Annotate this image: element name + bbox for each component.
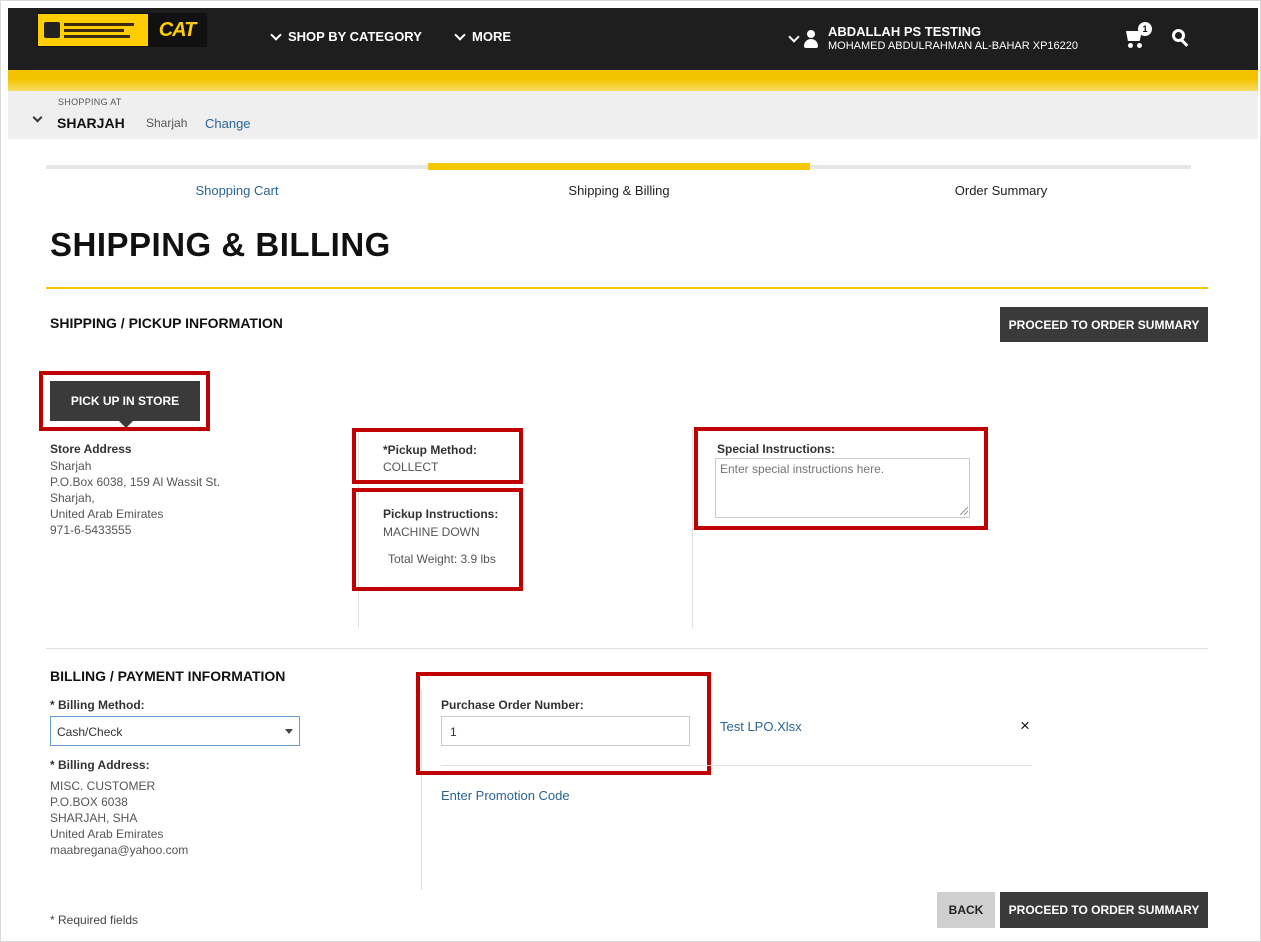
highlight-box [352, 428, 523, 484]
dropdown-arrow-icon [285, 729, 293, 734]
column-divider [692, 430, 693, 628]
page-frame [0, 0, 1261, 942]
cat-logo: CAT [148, 14, 206, 46]
page-title: SHIPPING & BILLING [50, 226, 391, 263]
step-shopping-cart[interactable]: Shopping Cart [46, 183, 428, 198]
cart-count-badge: 1 [1138, 22, 1152, 36]
highlight-box [416, 672, 711, 775]
nav-shop-by-category[interactable]: SHOP BY CATEGORY [270, 28, 422, 44]
step-shipping-billing: Shipping & Billing [568, 183, 670, 198]
billing-address-label: * Billing Address: [50, 758, 150, 772]
chevron-down-icon [454, 28, 466, 41]
shopping-at-bar [8, 91, 1258, 139]
store-address-line: United Arab Emirates [50, 507, 164, 521]
nav-more[interactable]: MORE [454, 28, 511, 44]
billing-address-line: United Arab Emirates [50, 827, 164, 841]
billing-method-label: * Billing Method: [50, 698, 145, 712]
shipping-section-heading: SHIPPING / PICKUP INFORMATION [50, 315, 283, 331]
billing-address-line: SHARJAH, SHA [50, 811, 138, 825]
back-button[interactable]: BACK [937, 892, 995, 928]
proceed-to-order-summary-button[interactable]: PROCEED TO ORDER SUMMARY [1000, 307, 1208, 342]
nav-more-label: MORE [472, 29, 511, 44]
required-fields-note: * Required fields [50, 913, 139, 927]
highlight-box [352, 488, 523, 591]
store-address-line: Sharjah [50, 459, 92, 473]
dealer-logo[interactable]: CAT [37, 13, 207, 47]
store-address-line: 971-6-5433555 [50, 523, 132, 537]
al-bahar-logo-icon [38, 14, 148, 46]
remove-attachment-icon[interactable]: × [1020, 716, 1030, 736]
billing-section-heading: BILLING / PAYMENT INFORMATION [50, 668, 286, 684]
promotion-code-link[interactable]: Enter Promotion Code [441, 788, 570, 803]
store-address-line: P.O.Box 6038, 159 Al Wassit St. [50, 475, 221, 489]
shopping-at-store: Sharjah [146, 116, 188, 130]
section-divider [46, 648, 1208, 649]
change-store-link[interactable]: Change [205, 116, 251, 131]
brand-band [8, 70, 1258, 91]
shopping-at-city: SHARJAH [57, 115, 125, 131]
nav-shop-by-category-label: SHOP BY CATEGORY [288, 29, 422, 44]
checkout-progress-active [428, 163, 810, 170]
billing-address-line: MISC. CUSTOMER [50, 779, 156, 793]
store-address-line: Sharjah, [50, 491, 95, 505]
user-name: ABDALLAH PS TESTING [828, 24, 982, 39]
shopping-at-label: SHOPPING AT [58, 97, 122, 107]
user-icon [804, 29, 818, 48]
chevron-down-icon [788, 30, 800, 43]
user-organization: MOHAMED ABDULRAHMAN AL-BAHAR XP16220 [828, 40, 1079, 52]
cart-button[interactable]: 1 [1124, 22, 1152, 48]
billing-method-select[interactable]: Cash/Check [50, 716, 300, 746]
chevron-down-icon [270, 28, 282, 41]
proceed-to-order-summary-button[interactable]: PROCEED TO ORDER SUMMARY [1000, 892, 1208, 928]
search-icon[interactable] [1172, 29, 1190, 47]
highlight-box [694, 427, 988, 530]
highlight-box [39, 371, 210, 431]
attachment-link[interactable]: Test LPO.Xlsx [720, 719, 802, 734]
store-address-label: Store Address [50, 442, 132, 456]
user-account-menu[interactable]: ABDALLAH PS TESTING MOHAMED ABDULRAHMAN … [788, 24, 1079, 53]
billing-address-line: maabregana@yahoo.com [50, 843, 189, 857]
title-divider [46, 287, 1208, 289]
step-order-summary: Order Summary [954, 183, 1048, 198]
billing-address-line: P.O.BOX 6038 [50, 795, 128, 809]
attachment-divider [441, 765, 1032, 766]
